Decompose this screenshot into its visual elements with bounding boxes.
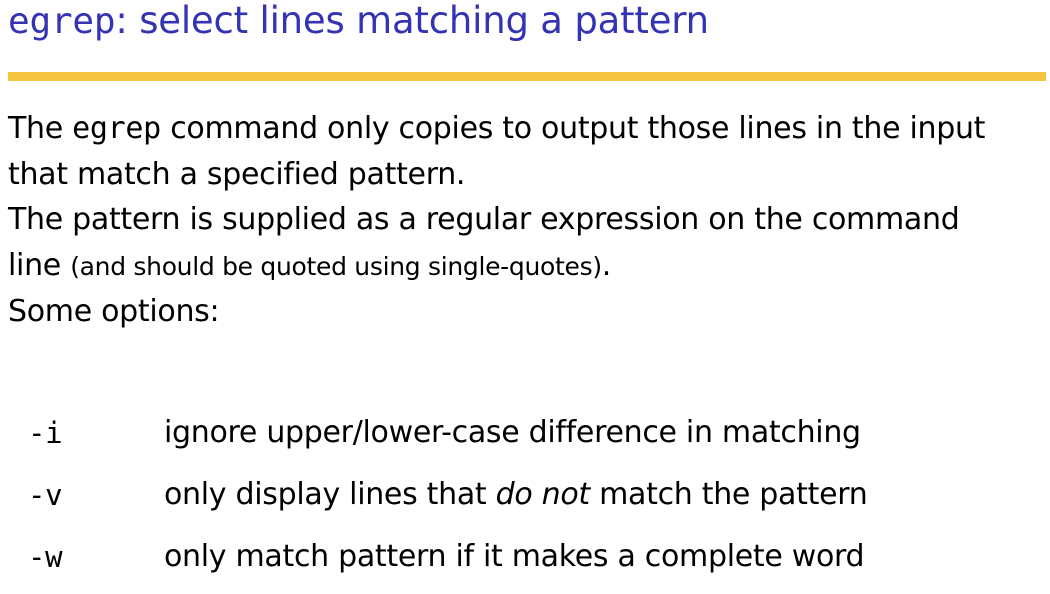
title-text: : select lines matching a pattern bbox=[115, 0, 709, 42]
body-line-3: The pattern is supplied as a regular exp… bbox=[8, 202, 960, 237]
slide: egrep: select lines matching a pattern T… bbox=[0, 0, 1050, 584]
slide-title: egrep: select lines matching a pattern bbox=[8, 0, 709, 45]
option-flag: -v bbox=[28, 478, 63, 512]
option-flag: -w bbox=[28, 540, 63, 574]
body-line-1: The egrep command only copies to output … bbox=[8, 106, 985, 152]
body-text: The egrep command only copies to output … bbox=[8, 106, 985, 335]
body-text-fragment: . bbox=[601, 247, 612, 283]
title-command: egrep bbox=[8, 1, 116, 42]
title-underline bbox=[8, 72, 1046, 81]
option-flag: -i bbox=[28, 416, 63, 450]
body-text-fragment: The bbox=[8, 111, 73, 146]
body-text-fragment: command only copies to output those line… bbox=[160, 111, 986, 146]
body-text-fragment: line bbox=[8, 247, 71, 283]
body-line-2: that match a specified pattern. bbox=[8, 156, 466, 192]
inline-command: egrep bbox=[72, 111, 161, 146]
body-line-4: line (and should be quoted using single-… bbox=[8, 243, 985, 290]
option-description: only display lines that do not match the… bbox=[164, 470, 868, 520]
option-description: ignore upper/lower-case difference in ma… bbox=[164, 415, 861, 450]
option-desc-emphasis: do not bbox=[495, 477, 591, 512]
body-line-5: Some options: bbox=[8, 294, 220, 329]
option-desc-fragment: only display lines that bbox=[164, 477, 496, 512]
option-desc-fragment: match the pattern bbox=[589, 477, 868, 512]
option-description: only match pattern if it makes a complet… bbox=[164, 539, 865, 574]
quote-note: (and should be quoted using single-quote… bbox=[70, 251, 602, 281]
